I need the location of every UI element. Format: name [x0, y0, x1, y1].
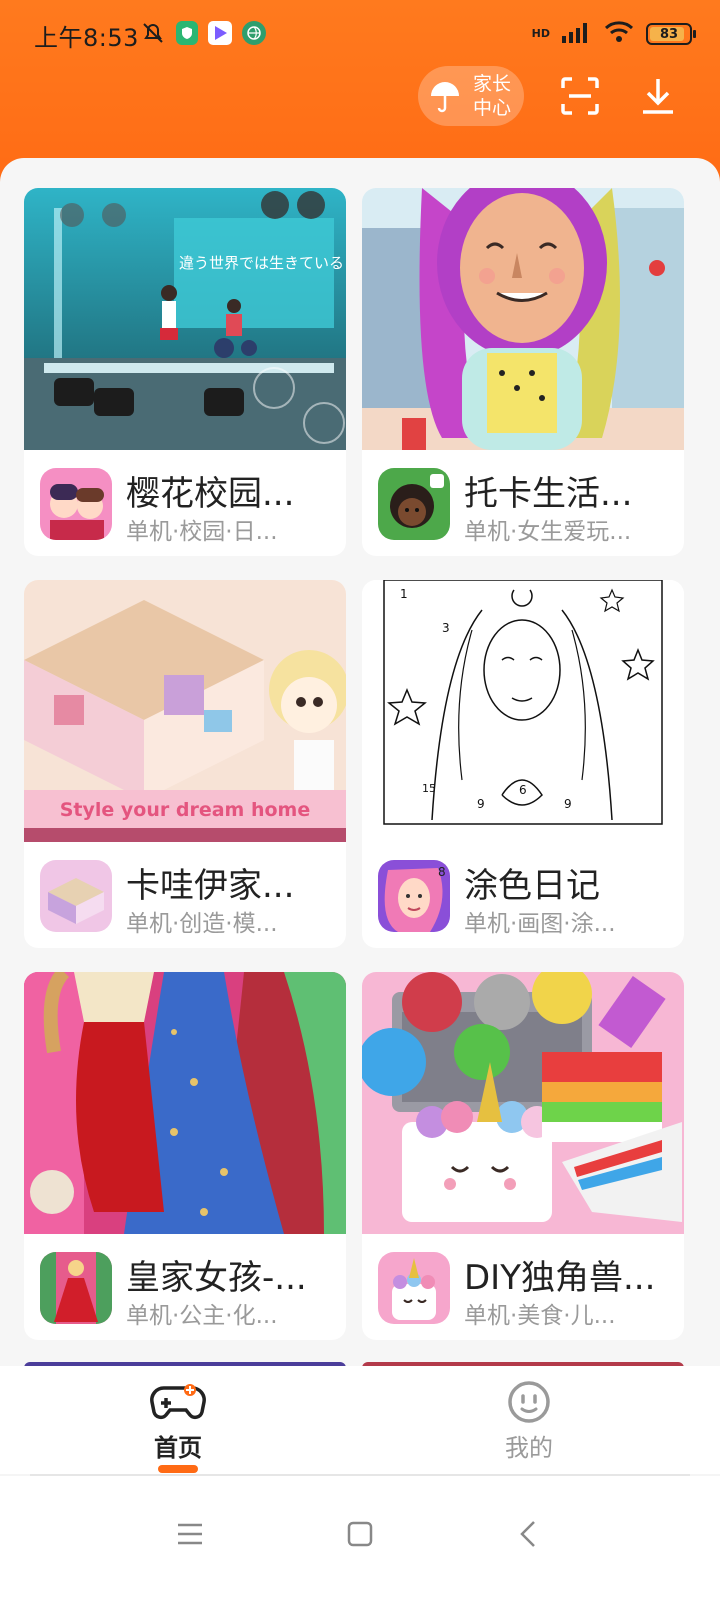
game-screenshot: [24, 972, 346, 1234]
stage-screen-text: 違う世界では生きている: [179, 254, 344, 272]
game-card-sakura[interactable]: 違う世界では生きている 樱花校园... 单机·校园·日...: [24, 188, 346, 556]
game-title: 涂色日记: [464, 866, 600, 906]
top-toolbar: 家长中心: [418, 66, 680, 126]
gamepad-icon: [118, 1380, 238, 1424]
game-tags: 单机·女生爱玩...: [464, 519, 632, 545]
game-tags: 单机·公主·化...: [126, 1303, 278, 1329]
royal-girl-icon: [40, 1252, 112, 1324]
game-title: 樱花校园...: [126, 474, 295, 514]
kawaii-home-icon: [40, 860, 112, 932]
game-screenshot: 違う世界では生きている: [24, 188, 346, 450]
coloring-number: 8: [438, 865, 446, 879]
coloring-number: 3: [442, 621, 450, 635]
game-screenshot: Style your dream home: [24, 580, 346, 842]
scan-icon[interactable]: [558, 74, 602, 118]
unicorn-cake-icon: [378, 1252, 450, 1324]
game-title: 托卡生活...: [464, 474, 633, 514]
back-chevron-icon[interactable]: [498, 1504, 558, 1564]
card-info: DIY独角兽... 单机·美食·儿...: [362, 1234, 684, 1340]
game-tags: 单机·美食·儿...: [464, 1303, 616, 1329]
wifi-icon: [604, 20, 634, 48]
coloring-number: 9: [564, 797, 572, 811]
status-notification-icons: [140, 20, 266, 46]
battery-indicator: 83: [646, 23, 696, 45]
coloring-number: 1: [400, 587, 408, 601]
status-system-icons: HD 83: [531, 20, 696, 48]
card-info: 卡哇伊家... 单机·创造·模...: [24, 842, 346, 948]
coloring-number: 6: [519, 783, 527, 797]
game-title: 卡哇伊家...: [126, 866, 295, 906]
signal-icon: [562, 21, 592, 47]
coloring-number: 9: [477, 797, 485, 811]
toca-life-icon: [378, 468, 450, 540]
dream-home-banner: Style your dream home: [60, 799, 310, 821]
active-tab-indicator: [158, 1465, 198, 1473]
game-screenshot: [362, 188, 684, 450]
smiley-face-icon: [469, 1380, 589, 1424]
card-info: 托卡生活... 单机·女生爱玩...: [362, 450, 684, 556]
card-info: 樱花校园... 单机·校园·日...: [24, 450, 346, 556]
globe-app-icon: [242, 21, 266, 45]
sakura-school-icon: [40, 468, 112, 540]
home-square-icon[interactable]: [330, 1504, 390, 1564]
coloring-diary-icon: 8: [378, 860, 450, 932]
play-store-icon: [208, 21, 232, 45]
parent-center-button[interactable]: 家长中心: [418, 66, 524, 126]
bottom-navigation: 首页 我的: [0, 1366, 720, 1474]
menu-icon[interactable]: [160, 1504, 220, 1564]
game-card-unicorn-cake[interactable]: DIY独角兽... 单机·美食·儿...: [362, 972, 684, 1340]
status-bar: 上午8:53 HD 83: [0, 0, 720, 70]
game-card-royal-girl[interactable]: 皇家女孩-... 单机·公主·化...: [24, 972, 346, 1340]
game-screenshot: [362, 972, 684, 1234]
battery-level: 83: [659, 26, 679, 42]
game-title: DIY独角兽...: [464, 1258, 656, 1298]
mute-bell-icon: [140, 20, 166, 46]
game-card-kawaii-home[interactable]: Style your dream home 卡哇伊家... 单机·创造·模...: [24, 580, 346, 948]
game-feed[interactable]: 違う世界では生きている 樱花校园... 单机·校园·日... 托卡生活... 单…: [0, 158, 720, 1368]
download-icon[interactable]: [636, 74, 680, 118]
shield-app-icon: [176, 21, 198, 45]
game-tags: 单机·画图·涂...: [464, 911, 616, 937]
game-tags: 单机·创造·模...: [126, 911, 278, 937]
coloring-number: 15: [422, 782, 436, 795]
game-screenshot: 1 3 15 9 6 9: [362, 580, 684, 842]
nav-mine[interactable]: 我的: [469, 1380, 589, 1463]
nav-mine-label: 我的: [505, 1434, 553, 1462]
status-time: 上午8:53: [34, 24, 139, 52]
parent-center-label: 家长中心: [472, 73, 511, 119]
game-title: 皇家女孩-...: [126, 1258, 307, 1298]
nav-home-label: 首页: [154, 1434, 202, 1462]
game-tags: 单机·校园·日...: [126, 519, 278, 545]
game-card-toca[interactable]: 托卡生活... 单机·女生爱玩...: [362, 188, 684, 556]
game-card-coloring-diary[interactable]: 1 3 15 9 6 9 8 涂色日记 单机·画图·涂...: [362, 580, 684, 948]
umbrella-icon: [424, 75, 466, 117]
nav-home[interactable]: 首页: [118, 1380, 238, 1473]
card-info: 8 涂色日记 单机·画图·涂...: [362, 842, 684, 948]
card-info: 皇家女孩-... 单机·公主·化...: [24, 1234, 346, 1340]
network-type: HD: [531, 27, 550, 40]
system-navigation-bar: [0, 1476, 720, 1600]
